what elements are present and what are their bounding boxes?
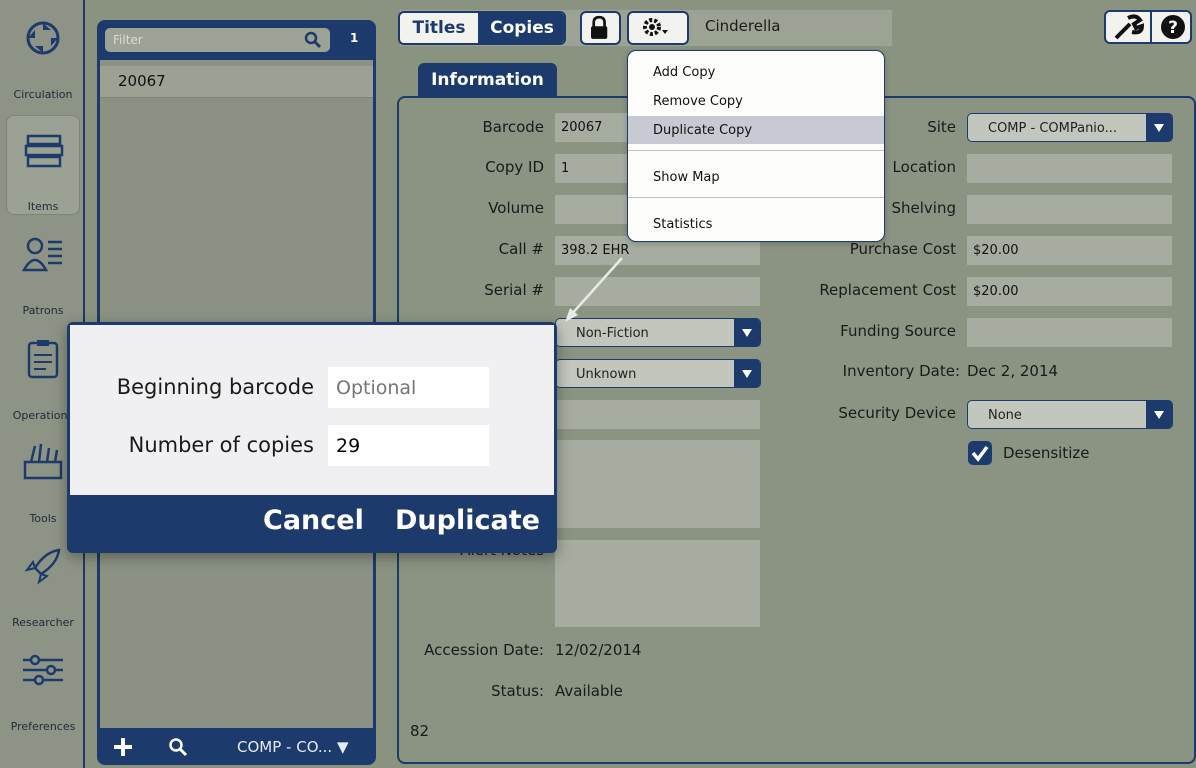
sidebar-item-preferences[interactable]: Preferences	[6, 636, 80, 736]
search-icon[interactable]	[167, 736, 189, 758]
sidebar-item-items[interactable]: Items	[6, 115, 80, 215]
record-title: Cinderella	[705, 17, 781, 35]
duplicate-copy-dialog: Beginning barcode Number of copies 29 Ca…	[67, 322, 557, 553]
serial-label: Serial #	[484, 281, 544, 299]
beginning-barcode-label: Beginning barcode	[116, 375, 314, 399]
record-number: 82	[410, 722, 430, 740]
list-item-label: 20067	[118, 72, 166, 90]
number-of-copies-input[interactable]: 29	[328, 425, 489, 466]
tools-icon	[23, 443, 63, 480]
shelving-field[interactable]	[967, 195, 1172, 224]
patrons-icon	[21, 237, 62, 272]
view-tabs: Titles Copies	[398, 11, 566, 45]
header-tools: ?	[1104, 10, 1192, 44]
desensitize-label: Desensitize	[1003, 444, 1090, 462]
accession-date-value: 12/02/2014	[555, 641, 642, 659]
funding-source-field[interactable]	[967, 318, 1172, 347]
lock-button[interactable]	[580, 11, 621, 45]
dropdown-arrow-icon	[1146, 113, 1172, 142]
filter-input[interactable]: Filter	[105, 28, 330, 52]
list-count: 1	[350, 31, 359, 45]
tab-titles[interactable]: Titles	[400, 13, 478, 43]
svg-text:?: ?	[1168, 18, 1178, 38]
security-device-value: None	[988, 408, 1022, 423]
number-of-copies-label: Number of copies	[128, 433, 314, 457]
search-icon[interactable]	[304, 31, 322, 49]
cancel-button[interactable]: Cancel	[263, 505, 364, 536]
menu-item-duplicate-copy[interactable]: Duplicate Copy	[628, 116, 884, 144]
sidebar-label: Patrons	[22, 304, 64, 317]
lock-icon	[591, 15, 608, 39]
alert-notes-field[interactable]	[555, 540, 760, 627]
rocket-icon	[24, 548, 61, 585]
sliders-icon	[23, 654, 63, 686]
sidebar-label: Circulation	[13, 88, 73, 101]
sidebar-label: Preferences	[10, 720, 76, 733]
sidebar-item-patrons[interactable]: Patrons	[6, 220, 80, 320]
gear-button[interactable]	[627, 11, 689, 45]
books-icon	[24, 134, 64, 168]
menu-item-remove-copy[interactable]: Remove Copy	[628, 87, 884, 115]
inventory-date-label: Inventory Date:	[842, 362, 960, 380]
desensitize-checkbox[interactable]	[967, 440, 993, 466]
replacement-cost-label: Replacement Cost	[819, 281, 956, 299]
list-footer: COMP - CO... ▼	[97, 730, 376, 765]
dropdown-arrow-icon	[734, 359, 760, 388]
condition-select[interactable]: Unknown	[555, 359, 761, 388]
accession-date-label: Accession Date:	[424, 641, 544, 659]
tab-copies[interactable]: Copies	[478, 13, 564, 43]
duplicate-button[interactable]: Duplicate	[395, 505, 540, 536]
funding-source-label: Funding Source	[840, 322, 956, 340]
help-icon[interactable]: ?	[1152, 12, 1192, 42]
menu-separator	[628, 197, 884, 198]
clipboard-icon	[27, 340, 59, 379]
menu-item-show-map[interactable]: Show Map	[628, 163, 884, 191]
gear-icon	[643, 18, 668, 36]
menu-item-statistics[interactable]: Statistics	[628, 210, 884, 238]
circulation-icon	[26, 21, 60, 55]
purchase-cost-label: Purchase Cost	[849, 240, 956, 258]
volume-label: Volume	[488, 199, 544, 217]
dropdown-arrow-icon	[1146, 400, 1172, 429]
beginning-barcode-input[interactable]	[328, 367, 489, 408]
text-field[interactable]	[555, 400, 760, 429]
sidebar-label: Items	[27, 200, 59, 213]
list-item[interactable]: 20067	[100, 66, 373, 98]
status-label: Status:	[491, 682, 544, 700]
call-number-label: Call #	[498, 240, 544, 258]
tab-information[interactable]: Information	[418, 63, 557, 97]
inventory-date-value: Dec 2, 2014	[967, 362, 1059, 380]
site-selector[interactable]: COMP - CO... ▼	[237, 738, 349, 756]
menu-item-add-copy[interactable]: Add Copy	[628, 58, 884, 86]
sidebar-label: Researcher	[12, 616, 74, 629]
sidebar-item-circulation[interactable]: Circulation	[6, 4, 80, 104]
security-device-select[interactable]: None	[967, 400, 1173, 429]
wrench-icon[interactable]	[1106, 12, 1150, 42]
copy-id-label: Copy ID	[485, 158, 544, 176]
annotation-arrow	[565, 257, 623, 322]
dialog-body: Beginning barcode Number of copies 29	[70, 325, 554, 495]
site-select[interactable]: COMP - COMPanio...	[967, 113, 1173, 142]
location-field[interactable]	[967, 154, 1172, 183]
replacement-cost-field[interactable]: $20.00	[967, 277, 1172, 306]
filter-placeholder: Filter	[113, 33, 143, 47]
dropdown-arrow-icon	[734, 318, 760, 347]
condition-value: Unknown	[576, 367, 637, 382]
purchase-cost-field[interactable]: $20.00	[967, 236, 1172, 265]
barcode-label: Barcode	[482, 118, 545, 136]
add-icon[interactable]	[112, 736, 134, 758]
status-value: Available	[555, 682, 623, 700]
notes-field[interactable]	[555, 440, 760, 528]
copy-actions-menu: Add Copy Remove Copy Duplicate Copy Show…	[627, 50, 885, 242]
menu-separator	[628, 150, 884, 151]
site-value: COMP - COMPanio...	[988, 121, 1118, 136]
security-device-label: Security Device	[838, 404, 956, 422]
